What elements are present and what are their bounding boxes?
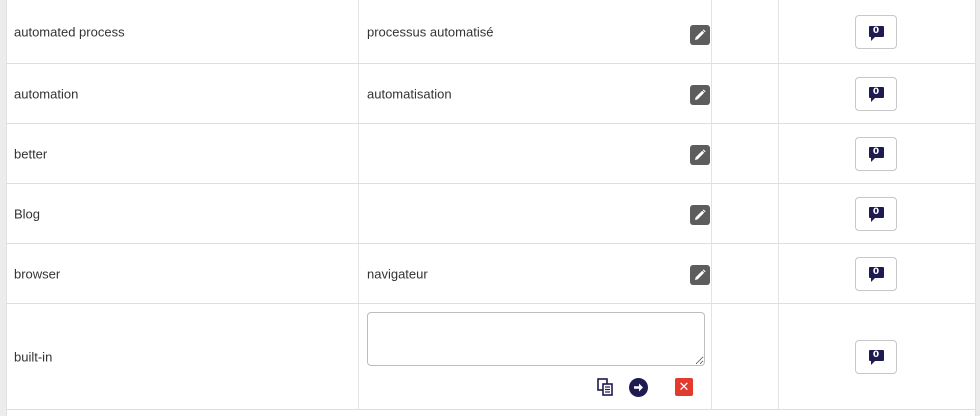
source-cell: automated process [7, 0, 359, 63]
table-row: automated process processus automatisé 0 [7, 0, 975, 64]
source-cell: built-in [7, 304, 359, 409]
target-cell: processus automatisé [359, 0, 712, 63]
comments-cell: 0 [779, 184, 975, 243]
comment-bubble-icon: 0 [868, 207, 884, 222]
target-cell: ✕ [359, 304, 712, 409]
empty-cell [712, 304, 779, 409]
comment-bubble-icon: 0 [868, 87, 884, 102]
table-row-editing: built-in ✕ 0 [7, 304, 975, 410]
edit-pencil-icon[interactable] [690, 204, 710, 225]
comments-cell: 0 [779, 124, 975, 183]
source-term: built-in [14, 349, 53, 364]
comment-bubble-icon: 0 [868, 25, 884, 41]
empty-cell [712, 0, 779, 63]
comments-cell: 0 [779, 244, 975, 303]
comments-button[interactable]: 0 [855, 76, 897, 111]
source-term: Blog [14, 206, 41, 221]
arrow-right-circle-icon[interactable] [629, 378, 648, 397]
translation-input[interactable] [367, 312, 705, 366]
comments-button[interactable]: 0 [855, 339, 897, 374]
source-term: browser [14, 266, 61, 281]
edit-pencil-icon[interactable] [690, 25, 710, 45]
comments-cell: 0 [779, 0, 975, 63]
target-cell: automatisation [359, 64, 712, 123]
comments-button[interactable]: 0 [855, 15, 897, 49]
target-term: navigateur [367, 266, 428, 281]
source-term: better [14, 146, 48, 161]
target-cell: navigateur [359, 244, 712, 303]
edit-pencil-icon[interactable] [690, 264, 710, 285]
table-row: browser navigateur 0 [7, 244, 975, 304]
source-cell: browser [7, 244, 359, 303]
comments-cell: 0 [779, 304, 975, 409]
empty-cell [712, 124, 779, 183]
table-row: Blog 0 [7, 184, 975, 244]
table-row: better 0 [7, 124, 975, 184]
source-cell: automation [7, 64, 359, 123]
target-term: automatisation [367, 86, 452, 101]
empty-cell [712, 64, 779, 123]
target-cell [359, 184, 712, 243]
empty-cell [712, 244, 779, 303]
comment-bubble-icon: 0 [868, 350, 884, 365]
copy-source-icon[interactable] [596, 378, 614, 396]
close-icon[interactable]: ✕ [675, 378, 693, 396]
glossary-table: automated process processus automatisé 0… [6, 0, 976, 416]
empty-cell [712, 184, 779, 243]
source-term: automated process [14, 24, 125, 40]
target-term: processus automatisé [367, 24, 494, 40]
source-cell: Blog [7, 184, 359, 243]
comments-cell: 0 [779, 64, 975, 123]
edit-pencil-icon[interactable] [690, 144, 710, 165]
comments-button[interactable]: 0 [855, 256, 897, 291]
edit-pencil-icon[interactable] [690, 84, 710, 105]
target-cell [359, 124, 712, 183]
source-term: automation [14, 86, 79, 101]
comments-button[interactable]: 0 [855, 136, 897, 171]
source-cell: better [7, 124, 359, 183]
comments-button[interactable]: 0 [855, 196, 897, 231]
edit-toolbar: ✕ [359, 378, 711, 400]
comment-bubble-icon: 0 [868, 267, 884, 282]
table-row: automation automatisation 0 [7, 64, 975, 124]
comment-bubble-icon: 0 [868, 147, 884, 162]
